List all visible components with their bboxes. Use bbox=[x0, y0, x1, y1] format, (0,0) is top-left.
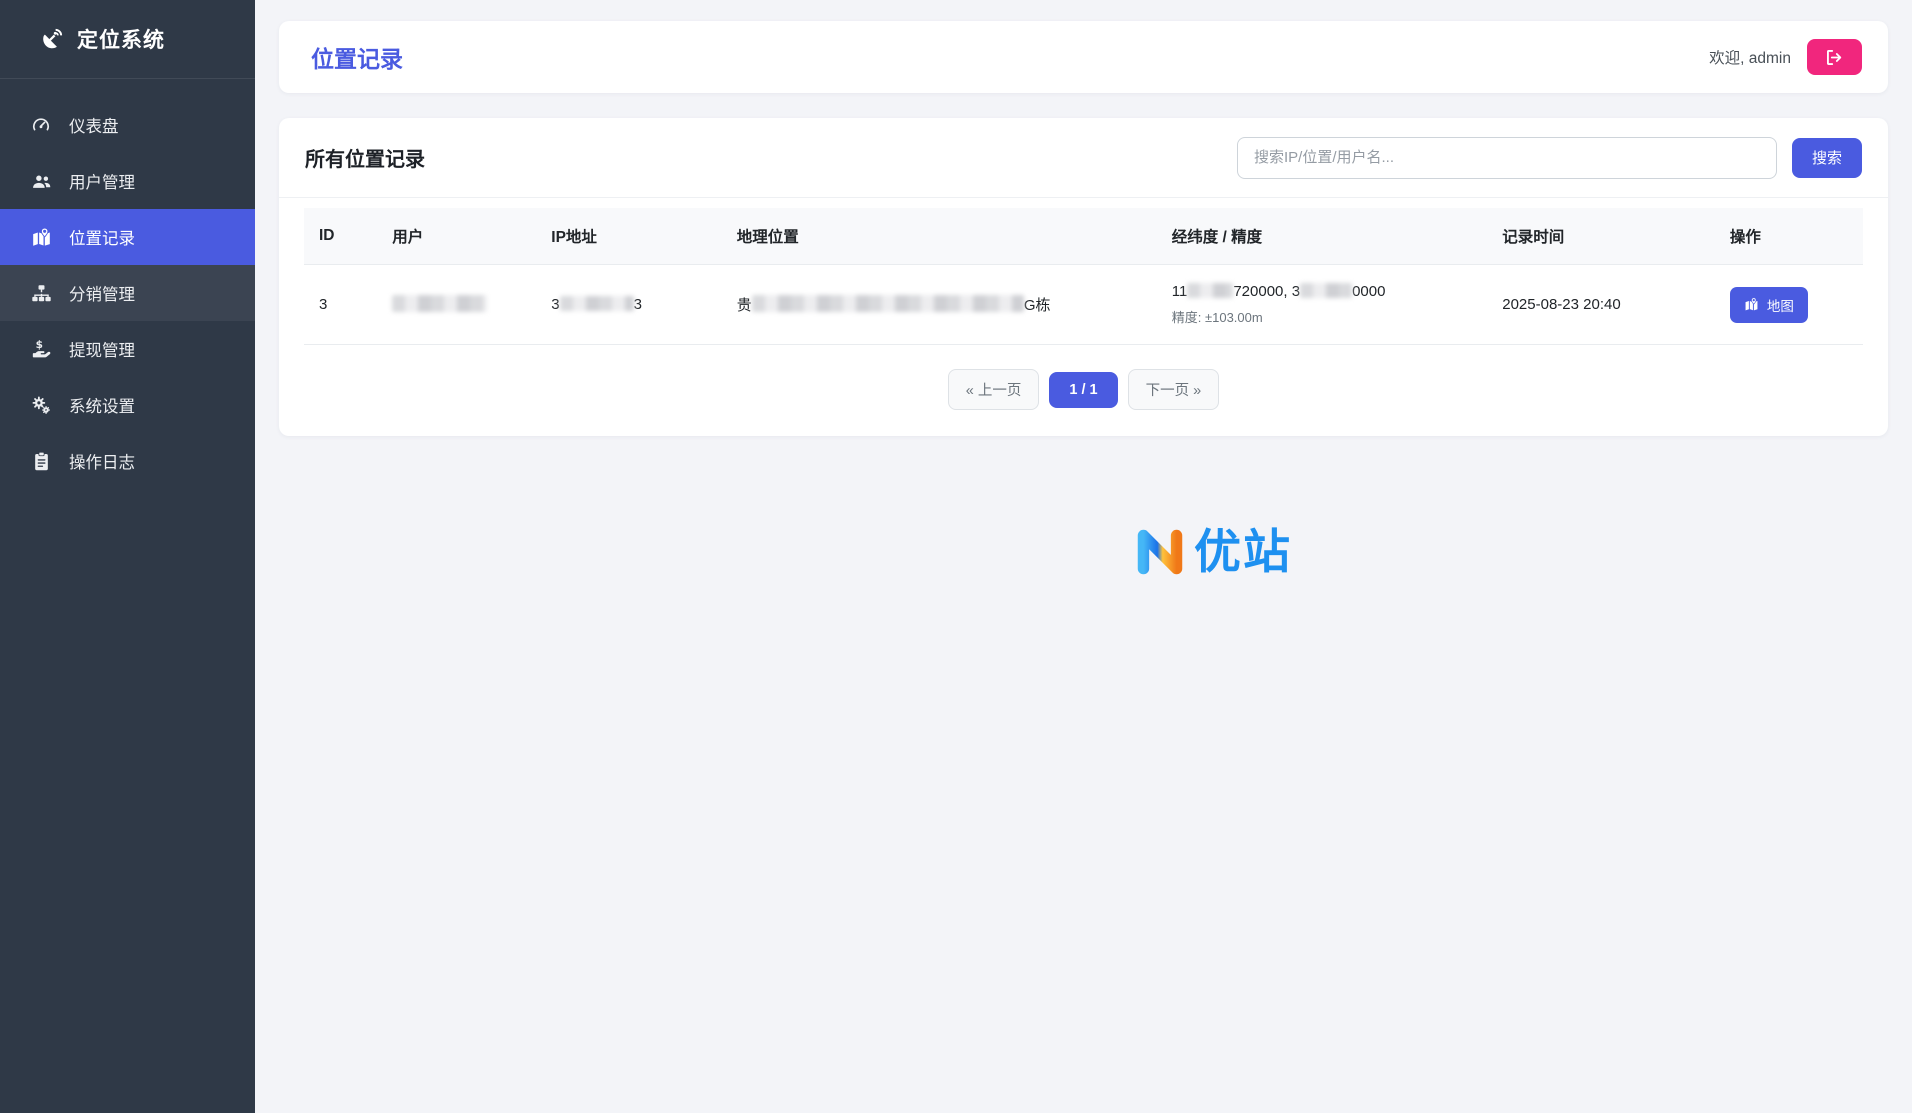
svg-text:$: $ bbox=[35, 339, 42, 351]
col-location: 地理位置 bbox=[722, 208, 1157, 265]
col-actions: 操作 bbox=[1715, 208, 1863, 265]
table-row: 3 33 贵G栋 11 bbox=[304, 265, 1863, 345]
sidebar-item-dashboard[interactable]: 仪表盘 bbox=[0, 97, 255, 153]
location-suffix: G栋 bbox=[1024, 297, 1051, 314]
coord-part3: 0000 bbox=[1352, 283, 1385, 300]
sidebar-item-logs[interactable]: 操作日志 bbox=[0, 433, 255, 489]
col-ip: IP地址 bbox=[536, 208, 722, 265]
cell-user bbox=[377, 265, 536, 345]
next-page-button[interactable]: 下一页 » bbox=[1128, 369, 1220, 410]
sidebar-item-settings[interactable]: 系统设置 bbox=[0, 377, 255, 433]
panel-header: 所有位置记录 搜索 bbox=[279, 118, 1888, 198]
sidebar-item-label: 位置记录 bbox=[69, 225, 135, 249]
prev-page-button[interactable]: « 上一页 bbox=[948, 369, 1040, 410]
sidebar-item-label: 提现管理 bbox=[69, 337, 135, 361]
cell-id: 3 bbox=[304, 265, 377, 345]
redacted-location bbox=[752, 295, 1024, 312]
redacted-coord1 bbox=[1187, 283, 1233, 298]
redacted-ip bbox=[560, 296, 634, 311]
sidebar-item-users[interactable]: 用户管理 bbox=[0, 153, 255, 209]
page-title: 位置记录 bbox=[311, 40, 403, 74]
sidebar-menu: 仪表盘 用户管理 bbox=[0, 79, 255, 489]
satellite-dish-icon bbox=[40, 27, 64, 51]
table-header-row: ID 用户 IP地址 地理位置 经纬度 / 精度 记录时间 操作 bbox=[304, 208, 1863, 265]
cell-time: 2025-08-23 20:40 bbox=[1487, 265, 1715, 345]
coord-part1: 11 bbox=[1172, 283, 1188, 300]
sidebar-item-label: 仪表盘 bbox=[69, 113, 119, 137]
panel-title: 所有位置记录 bbox=[305, 143, 425, 172]
app-name: 定位系统 bbox=[77, 24, 165, 54]
records-table-wrap: ID 用户 IP地址 地理位置 经纬度 / 精度 记录时间 操作 3 bbox=[279, 198, 1888, 410]
app-logo: 定位系统 bbox=[0, 0, 255, 79]
sidebar-item-distribution[interactable]: 分销管理 bbox=[0, 265, 255, 321]
redacted-coord2 bbox=[1300, 283, 1352, 298]
sitemap-icon bbox=[30, 283, 52, 304]
map-marked-icon bbox=[30, 227, 52, 248]
sidebar-item-locations[interactable]: 位置记录 bbox=[0, 209, 255, 265]
sidebar-item-label: 用户管理 bbox=[69, 169, 135, 193]
location-records-panel: 所有位置记录 搜索 ID 用户 IP地址 bbox=[279, 118, 1888, 436]
col-time: 记录时间 bbox=[1487, 208, 1715, 265]
sidebar-item-label: 操作日志 bbox=[69, 449, 135, 473]
col-coords: 经纬度 / 精度 bbox=[1157, 208, 1488, 265]
cell-actions: 地图 bbox=[1715, 265, 1863, 345]
main-content: 位置记录 欢迎, admin 所有位置记录 搜索 bbox=[255, 0, 1912, 1113]
gears-icon bbox=[30, 395, 52, 416]
sidebar-item-label: 系统设置 bbox=[69, 393, 135, 417]
cell-coords: 11 720000, 3 0000 精度: ±103.00m bbox=[1157, 265, 1488, 345]
sign-out-icon bbox=[1825, 49, 1844, 66]
clipboard-list-icon bbox=[30, 451, 52, 472]
top-header-card: 位置记录 欢迎, admin bbox=[279, 21, 1888, 93]
watermark-text: 优站 bbox=[1194, 528, 1292, 575]
search-group: 搜索 bbox=[1237, 137, 1862, 179]
pagination: « 上一页 1 / 1 下一页 » bbox=[304, 369, 1863, 410]
current-page-indicator[interactable]: 1 / 1 bbox=[1049, 372, 1117, 408]
topbar-right: 欢迎, admin bbox=[1709, 39, 1862, 75]
map-icon bbox=[1744, 297, 1759, 312]
records-table: ID 用户 IP地址 地理位置 经纬度 / 精度 记录时间 操作 3 bbox=[304, 208, 1863, 345]
redacted-user bbox=[392, 295, 487, 312]
location-prefix: 贵 bbox=[737, 297, 752, 314]
sidebar-item-label: 分销管理 bbox=[69, 281, 135, 305]
col-id: ID bbox=[304, 208, 377, 265]
logout-button[interactable] bbox=[1807, 39, 1862, 75]
ip-suffix: 3 bbox=[634, 296, 642, 313]
map-button-label: 地图 bbox=[1767, 295, 1794, 315]
search-input[interactable] bbox=[1237, 137, 1777, 179]
watermark-n-icon bbox=[1130, 521, 1190, 581]
coordinates: 11 720000, 3 0000 bbox=[1172, 283, 1473, 300]
sidebar-item-withdrawals[interactable]: $ 提现管理 bbox=[0, 321, 255, 377]
sidebar: 定位系统 仪表盘 bbox=[0, 0, 255, 1113]
hand-holding-dollar-icon: $ bbox=[30, 339, 52, 360]
cell-ip: 33 bbox=[536, 265, 722, 345]
search-button[interactable]: 搜索 bbox=[1792, 138, 1862, 178]
col-user: 用户 bbox=[377, 208, 536, 265]
welcome-text: 欢迎, admin bbox=[1709, 46, 1791, 68]
users-icon bbox=[30, 171, 52, 192]
accuracy-text: 精度: ±103.00m bbox=[1172, 307, 1473, 326]
coord-part2: 720000, 3 bbox=[1233, 283, 1300, 300]
gauge-icon bbox=[30, 115, 52, 135]
map-button[interactable]: 地图 bbox=[1730, 287, 1808, 323]
watermark-logo: 优站 bbox=[1130, 521, 1292, 581]
app-root: 定位系统 仪表盘 bbox=[0, 0, 1912, 1113]
ip-prefix: 3 bbox=[551, 296, 559, 313]
cell-location: 贵 G栋 bbox=[722, 265, 1157, 345]
